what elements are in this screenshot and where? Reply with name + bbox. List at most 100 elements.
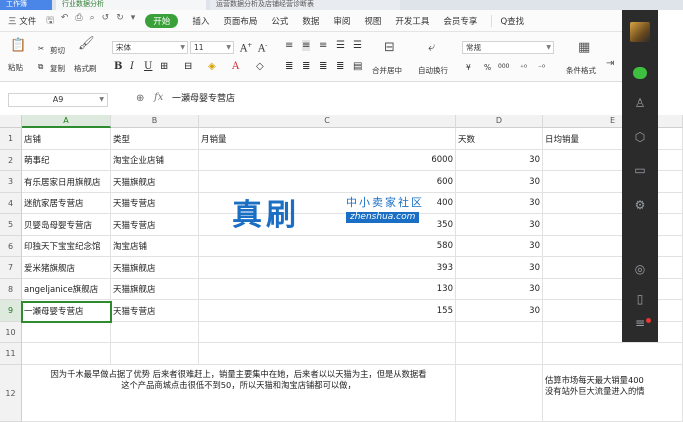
table-cell[interactable]: 一瀬母婴专营店 — [22, 300, 111, 322]
paste-icon[interactable]: 📋 — [10, 38, 26, 53]
font-size-select[interactable]: 11 ▼ — [190, 41, 234, 54]
cube-icon[interactable]: ⬡ — [622, 130, 658, 144]
user-icon[interactable]: ♙ — [622, 96, 658, 110]
row-header[interactable]: 8 — [0, 279, 22, 300]
conditional-format-icon[interactable]: ▦ — [578, 40, 590, 55]
align-left-icon[interactable]: ≣ — [285, 61, 293, 72]
table-cell[interactable] — [111, 343, 199, 365]
undo-icon[interactable]: ↺ — [102, 13, 110, 29]
table-cell[interactable] — [543, 257, 683, 279]
italic-icon[interactable]: I — [130, 61, 134, 72]
bold-icon[interactable]: B — [114, 61, 122, 72]
table-cell[interactable]: 爱米猪旗舰店 — [22, 257, 111, 279]
table-cell[interactable]: 印独天下宝宝纪念馆 — [22, 236, 111, 257]
column-header-b[interactable]: B — [111, 115, 199, 128]
menu-member[interactable]: 会员专享 — [443, 15, 477, 27]
percent-button[interactable]: % — [484, 63, 491, 72]
thousands-button[interactable]: 000 — [498, 63, 509, 70]
chat-icon[interactable] — [633, 67, 647, 79]
column-header-a[interactable]: A — [22, 115, 111, 128]
table-cell[interactable]: 月销量 — [199, 128, 456, 150]
table-cell[interactable]: 天猫旗舰店 — [111, 279, 199, 300]
distribute-icon[interactable]: ▤ — [353, 61, 362, 72]
compass-icon[interactable]: ◎ — [622, 262, 658, 276]
align-center-icon[interactable]: ≣ — [302, 61, 310, 72]
copy-button[interactable]: 复制 — [50, 63, 65, 74]
table-cell[interactable]: 淘宝店铺 — [111, 236, 199, 257]
table-cell[interactable] — [199, 343, 456, 365]
redo-icon[interactable]: ↻ — [116, 13, 124, 29]
print-icon[interactable]: ⎙ — [75, 13, 82, 29]
note-cell[interactable]: 因为千木最早做占据了优势 后来者很难赶上，销量主要集中在她，后来者以以天猫为主，… — [22, 365, 456, 422]
table-cell[interactable]: 30 — [456, 171, 543, 193]
column-header-d[interactable]: D — [456, 115, 543, 128]
table-cell[interactable] — [543, 279, 683, 300]
menu-start[interactable]: 开始 — [145, 13, 179, 28]
table-cell[interactable] — [543, 343, 683, 365]
table-cell[interactable]: 店铺 — [22, 128, 111, 150]
column-header-e[interactable]: E — [543, 115, 683, 128]
table-cell[interactable]: 30 — [456, 214, 543, 236]
table-cell[interactable]: 130 — [199, 279, 456, 300]
row-header[interactable]: 9 — [0, 300, 22, 322]
merge-center-button[interactable]: 合并居中 — [372, 65, 402, 76]
table-cell[interactable]: 天猫专营店 — [111, 193, 199, 214]
dropdown-icon[interactable]: ▾ — [131, 13, 136, 29]
menu-data[interactable]: 数据 — [302, 15, 319, 27]
print-preview-icon[interactable]: ⌕ — [90, 13, 95, 29]
cut-icon[interactable]: ✂ — [38, 44, 44, 53]
copy-icon[interactable]: ⧉ — [38, 62, 43, 72]
menu-view[interactable]: 视图 — [364, 15, 381, 27]
tab-workbook[interactable]: 工作簿 — [0, 0, 52, 10]
table-cell[interactable] — [111, 322, 199, 343]
row-header[interactable]: 1 — [0, 128, 22, 150]
table-cell[interactable] — [22, 322, 111, 343]
menu-formula[interactable]: 公式 — [271, 15, 288, 27]
row-header[interactable]: 6 — [0, 236, 22, 257]
font-color-icon[interactable]: A — [232, 61, 239, 72]
save-icon[interactable]: 🖫 — [46, 13, 54, 29]
table-cell[interactable] — [543, 193, 683, 214]
justify-icon[interactable]: ≣ — [336, 61, 344, 72]
column-header-c[interactable]: C — [199, 115, 456, 128]
table-cell[interactable] — [543, 300, 683, 322]
fx-icon[interactable]: fx — [154, 92, 163, 103]
auto-wrap-button[interactable]: 自动换行 — [418, 65, 448, 76]
border-icon[interactable]: ⊞ — [160, 61, 168, 72]
cut-button[interactable]: 剪切 — [50, 45, 65, 56]
table-cell[interactable]: 30 — [456, 236, 543, 257]
table-cell[interactable]: 天猫专营店 — [111, 214, 199, 236]
folder-icon[interactable]: ▭ — [622, 163, 658, 177]
table-cell[interactable]: 天猫旗舰店 — [111, 171, 199, 193]
decrease-font-icon[interactable]: A- — [258, 42, 267, 54]
menu-review[interactable]: 审阅 — [333, 15, 350, 27]
more-icon[interactable]: ⇥ — [606, 58, 614, 69]
decrease-indent-icon[interactable]: ☰ — [336, 40, 345, 51]
table-cell[interactable]: 30 — [456, 257, 543, 279]
align-bottom-icon[interactable]: ≡ — [319, 40, 327, 51]
menu-insert[interactable]: 插入 — [192, 15, 209, 27]
name-box[interactable]: A9 ▼ — [8, 93, 108, 107]
table-cell[interactable]: angeljanice旗舰店 — [22, 279, 111, 300]
format-painter-icon[interactable]: 🖌 — [78, 36, 95, 51]
merge-center-icon[interactable]: ⊟ — [384, 40, 395, 55]
table-cell[interactable]: 30 — [456, 279, 543, 300]
menu-developer[interactable]: 开发工具 — [395, 15, 429, 27]
decrease-decimal-icon[interactable]: ⁻⁰ — [538, 63, 545, 72]
row-header[interactable]: 11 — [0, 343, 22, 365]
table-cell[interactable]: 萌事纪 — [22, 150, 111, 171]
table-cell[interactable]: 30 — [456, 300, 543, 322]
avatar[interactable] — [630, 22, 650, 42]
underline-icon[interactable]: U — [144, 61, 152, 72]
row-header[interactable]: 10 — [0, 322, 22, 343]
increase-decimal-icon[interactable]: ⁺⁰ — [520, 63, 527, 72]
table-cell[interactable]: 淘宝企业店铺 — [111, 150, 199, 171]
row-header[interactable]: 12 — [0, 365, 22, 422]
table-cell[interactable] — [543, 171, 683, 193]
align-right-icon[interactable]: ≣ — [319, 61, 327, 72]
align-top-icon[interactable]: ≡ — [285, 40, 293, 51]
table-cell[interactable] — [543, 322, 683, 343]
table-cell[interactable]: 6000 — [199, 150, 456, 171]
table-cell[interactable]: 天猫专营店 — [111, 300, 199, 322]
conditional-format-button[interactable]: 条件格式 — [566, 65, 596, 76]
